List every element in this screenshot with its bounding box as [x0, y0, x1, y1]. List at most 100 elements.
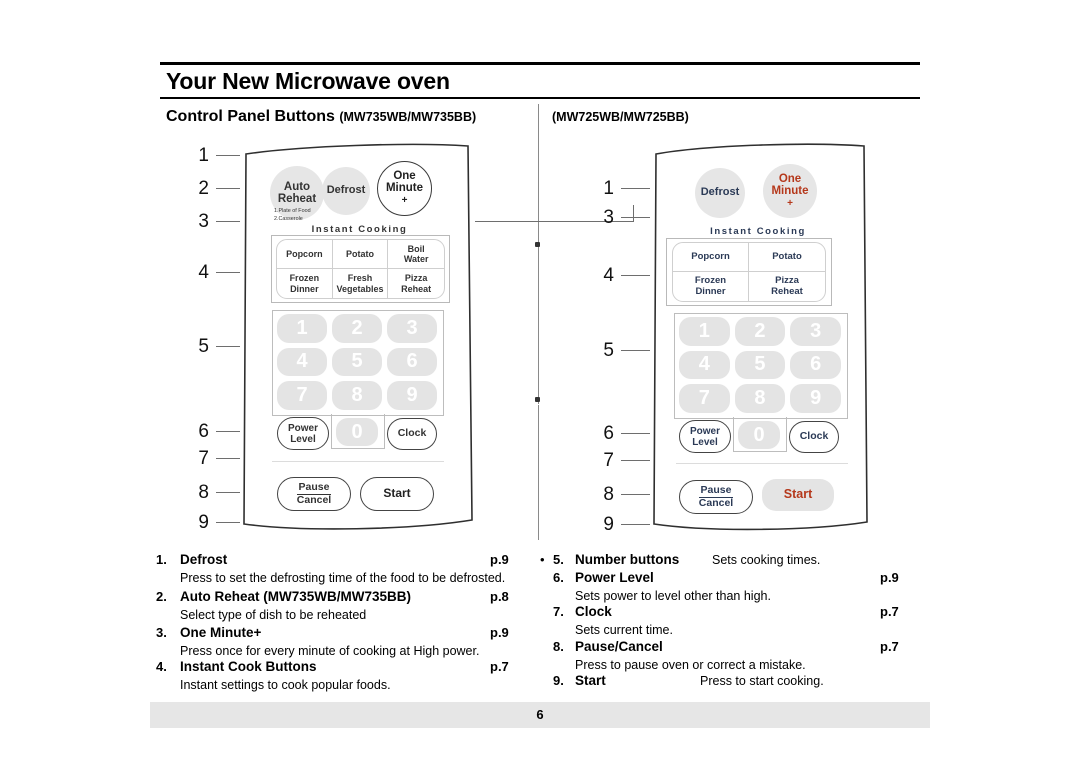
key-3-left[interactable]: 3 [387, 314, 437, 343]
pause-cancel-button-right[interactable]: Pause Cancel [679, 480, 753, 514]
callout-number-4-right: 4 [603, 265, 614, 286]
callout-number-2-left: 2 [198, 178, 209, 199]
defrost-label-right: Defrost [700, 186, 740, 199]
callout-number-5-right: 5 [603, 340, 614, 361]
instant-cook-frozen-dinner-right[interactable]: Frozen Dinner [673, 272, 749, 301]
callout-number-9-right: 9 [603, 514, 614, 535]
one-minute-line1-left: One [393, 170, 416, 183]
key-1-right[interactable]: 1 [679, 317, 730, 346]
key-2-right[interactable]: 2 [734, 317, 786, 346]
instant-cook-pizza-reheat-right-label: Pizza Reheat [771, 274, 803, 297]
one-minute-label-right: One Minute + [771, 173, 808, 210]
instant-cook-potato-right-label: Potato [772, 250, 802, 262]
instant-cook-potato-right[interactable]: Potato [749, 243, 825, 272]
manual-page: Your New Microwave oven Control Panel Bu… [0, 0, 1080, 763]
start-button-right[interactable]: Start [762, 479, 834, 511]
auto-reheat-label-line1: Auto [283, 180, 311, 193]
pause-cancel-label-right: Pause Cancel [698, 484, 734, 509]
instant-cook-pizza-reheat-left[interactable]: Pizza Reheat [388, 269, 444, 298]
defrost-label-left: Defrost [326, 184, 366, 197]
instant-cooking-title-right: Instant Cooking [710, 226, 806, 237]
legend-right-bullet: • [540, 552, 545, 567]
power-level-button-right[interactable]: Power Level [679, 420, 731, 453]
callout-number-6-right: 6 [603, 423, 614, 444]
key-2-left[interactable]: 2 [332, 314, 382, 343]
auto-reheat-label: Auto Reheat [278, 181, 316, 205]
callout-number-1-left: 1 [198, 145, 209, 166]
callout-number-7-right: 7 [603, 450, 614, 471]
instant-cook-popcorn-left[interactable]: Popcorn [277, 240, 333, 269]
key-6-left[interactable]: 6 [387, 347, 437, 377]
legend-right-page-7: p.7 [880, 604, 899, 619]
clock-button-right[interactable]: Clock [789, 421, 839, 453]
instant-cook-boil-water-left[interactable]: Boil Water [388, 240, 444, 269]
one-minute-line2-left: Minute [385, 182, 424, 195]
defrost-button-right[interactable]: Defrost [695, 168, 745, 218]
callout-number-7-left: 7 [198, 448, 209, 469]
legend-left-page-2: p.8 [490, 589, 509, 604]
pause-cancel-button-left[interactable]: Pause Cancel [277, 477, 351, 511]
legend-left-title-2: Auto Reheat (MW735WB/MW735BB) [180, 589, 412, 604]
key-0-right[interactable]: 0 [738, 421, 780, 449]
instant-cook-pizza-reheat-right[interactable]: Pizza Reheat [749, 272, 825, 301]
pause-line-left: Pause [296, 480, 332, 495]
instant-cook-popcorn-right[interactable]: Popcorn [673, 243, 749, 272]
key-4-right[interactable]: 4 [679, 350, 730, 380]
power-level-line2-left: Level [290, 433, 316, 445]
legend-right-title-5: Number buttons [575, 552, 680, 567]
legend-right-inline-9: Press to start cooking. [700, 674, 824, 688]
power-level-line1-left: Power [287, 422, 318, 434]
panel-hairline-right [676, 463, 848, 465]
legend-right-num-6: 6. [553, 570, 564, 585]
defrost-button-left[interactable]: Defrost [322, 167, 370, 215]
section-subtitle-left-models: (MW735WB/MW735BB) [339, 110, 477, 124]
instant-cook-potato-left[interactable]: Potato [332, 240, 389, 269]
legend-left-title-1: Defrost [180, 552, 228, 567]
instant-cook-frozen-dinner-left[interactable]: Frozen Dinner [277, 269, 333, 298]
column-divider-lower [538, 405, 539, 540]
key-8-left[interactable]: 8 [332, 381, 382, 410]
section-subtitle-left-text: Control Panel Buttons [166, 108, 335, 125]
instant-cook-fresh-vegetables-left[interactable]: Fresh Vegetables [333, 269, 389, 298]
key-6-right[interactable]: 6 [790, 350, 841, 380]
start-button-left[interactable]: Start [360, 477, 434, 511]
one-minute-button-right[interactable]: One Minute + [763, 164, 817, 218]
one-minute-button-left[interactable]: One Minute + [377, 161, 432, 216]
legend-right-num-9: 9. [553, 673, 564, 688]
footer-page-number: 6 [536, 707, 544, 722]
key-9-right[interactable]: 9 [790, 384, 841, 413]
key-5-right[interactable]: 5 [734, 350, 786, 380]
instant-cook-pizza-reheat-left-label: Pizza Reheat [401, 273, 432, 294]
key-7-left[interactable]: 7 [277, 381, 327, 410]
header-rule-bottom [160, 97, 920, 99]
key-4-left[interactable]: 4 [277, 347, 327, 377]
instant-cooking-grid-right: Popcorn Potato Frozen Dinner Pizza Reheat [672, 242, 826, 302]
key-7-right[interactable]: 7 [679, 384, 730, 413]
legend-left-desc-2: Select type of dish to be reheated [180, 608, 367, 622]
key-1-left[interactable]: 1 [277, 314, 327, 343]
legend-right-desc-8: Press to pause oven or correct a mistake… [575, 658, 806, 672]
callout-number-8-left: 8 [198, 482, 209, 503]
key-3-right[interactable]: 3 [790, 317, 841, 346]
key-9-left[interactable]: 9 [387, 381, 437, 410]
power-level-button-left[interactable]: Power Level [277, 417, 329, 450]
callout-number-6-left: 6 [198, 421, 209, 442]
legend-left-num-4: 4. [156, 659, 167, 674]
legend-right-page-8: p.7 [880, 639, 899, 654]
instant-cooking-title-left: Instant Cooking [311, 224, 408, 235]
leader-3-left-vert [633, 205, 635, 222]
legend-right-page-6: p.9 [880, 570, 899, 585]
legend-right-title-6: Power Level [575, 570, 654, 585]
legend-right-inline-5: Sets cooking times. [712, 553, 821, 567]
key-0-left[interactable]: 0 [336, 418, 378, 446]
power-level-label-left: Power Level [288, 423, 318, 445]
clock-button-left[interactable]: Clock [387, 418, 437, 450]
number-keypad-right: 1 2 3 4 5 6 7 8 9 [679, 317, 841, 413]
key-5-left[interactable]: 5 [332, 347, 382, 377]
auto-reheat-sub2: 2.Casserole [274, 215, 303, 222]
key-8-right[interactable]: 8 [734, 384, 786, 413]
one-minute-plus-right: + [787, 197, 793, 209]
column-divider-dot-2 [535, 397, 540, 402]
callout-number-5-left: 5 [198, 336, 209, 357]
start-label-left: Start [383, 486, 411, 501]
